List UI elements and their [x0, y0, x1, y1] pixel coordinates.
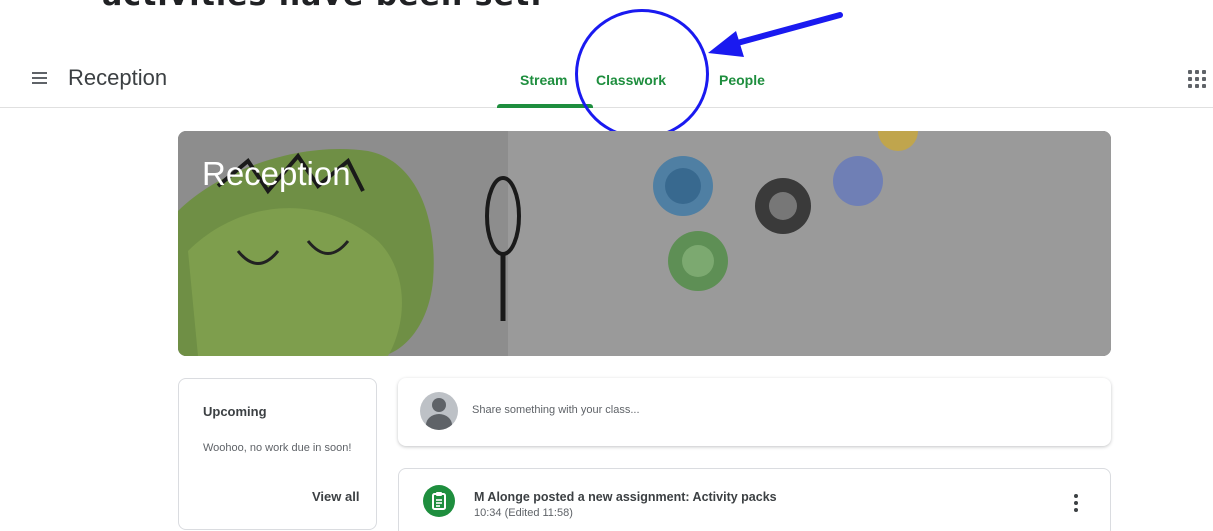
tab-stream[interactable]: Stream — [520, 72, 567, 88]
share-box[interactable]: Share something with your class... — [398, 378, 1111, 446]
banner-title: Reception — [202, 155, 351, 192]
tab-people[interactable]: People — [719, 72, 765, 88]
main-menu-icon[interactable] — [29, 68, 51, 88]
upcoming-message: Woohoo, no work due in soon! — [203, 442, 352, 454]
avatar — [420, 392, 458, 430]
more-options-icon[interactable] — [1071, 494, 1081, 512]
view-all-link[interactable]: View all — [312, 489, 359, 504]
active-tab-indicator — [497, 104, 593, 108]
google-apps-icon[interactable] — [1188, 70, 1206, 88]
post-timestamp: 10:34 (Edited 11:58) — [474, 507, 573, 519]
upcoming-title: Upcoming — [203, 404, 267, 419]
annotation-caption: activities have been set. — [102, 0, 543, 13]
assignment-icon — [423, 485, 455, 517]
post-title[interactable]: M Alonge posted a new assignment: Activi… — [474, 490, 777, 504]
share-input[interactable]: Share something with your class... — [472, 404, 640, 416]
class-banner: Reception — [178, 131, 1111, 356]
stream-post[interactable]: M Alonge posted a new assignment: Activi… — [398, 468, 1111, 531]
class-title: Reception — [68, 65, 168, 90]
tab-classwork[interactable]: Classwork — [596, 72, 666, 88]
upcoming-card: Upcoming Woohoo, no work due in soon! Vi… — [178, 378, 377, 530]
top-app-bar: Reception Stream Classwork People — [0, 50, 1213, 108]
